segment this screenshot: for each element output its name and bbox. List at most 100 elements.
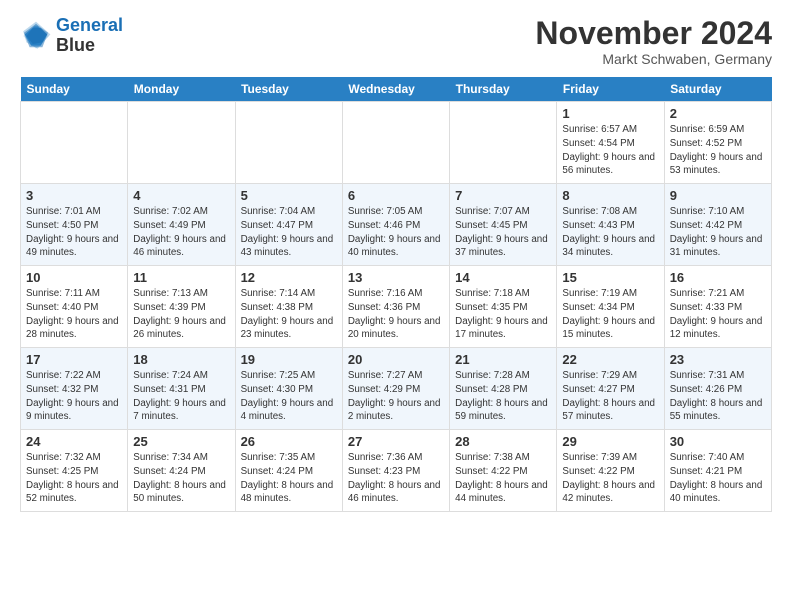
day-number: 17 <box>26 352 122 367</box>
day-number: 24 <box>26 434 122 449</box>
day-cell: 17 Sunrise: 7:22 AM Sunset: 4:32 PM Dayli… <box>21 348 128 430</box>
day-info: Sunrise: 7:31 AM Sunset: 4:26 PM Dayligh… <box>670 369 766 424</box>
day-number: 27 <box>348 434 444 449</box>
day-cell: 28 Sunrise: 7:38 AM Sunset: 4:22 PM Dayli… <box>450 430 557 512</box>
day-info: Sunrise: 7:39 AM Sunset: 4:22 PM Dayligh… <box>562 451 658 506</box>
day-cell <box>21 102 128 184</box>
day-cell: 12Sunrise: 7:14 AM Sunset: 4:38 PM Dayli… <box>235 266 342 348</box>
day-cell <box>450 102 557 184</box>
day-cell: 25 Sunrise: 7:34 AM Sunset: 4:24 PM Dayli… <box>128 430 235 512</box>
col-header-thursday: Thursday <box>450 77 557 102</box>
day-info: Sunrise: 7:28 AM Sunset: 4:28 PM Dayligh… <box>455 369 551 424</box>
day-cell: 5 Sunrise: 7:04 AM Sunset: 4:47 PM Daylig… <box>235 184 342 266</box>
day-cell: 8Sunrise: 7:08 AM Sunset: 4:43 PM Daylig… <box>557 184 664 266</box>
day-number: 5 <box>241 188 337 203</box>
col-header-friday: Friday <box>557 77 664 102</box>
day-info: Sunrise: 7:27 AM Sunset: 4:29 PM Dayligh… <box>348 369 444 424</box>
day-info: Sunrise: 7:11 AM Sunset: 4:40 PM Dayligh… <box>26 287 122 342</box>
day-info: Sunrise: 7:34 AM Sunset: 4:24 PM Dayligh… <box>133 451 229 506</box>
day-info: Sunrise: 7:24 AM Sunset: 4:31 PM Dayligh… <box>133 369 229 424</box>
day-cell: 20 Sunrise: 7:27 AM Sunset: 4:29 PM Dayli… <box>342 348 449 430</box>
week-row-1: 1 Sunrise: 6:57 AM Sunset: 4:54 PM Daylig… <box>21 102 772 184</box>
day-cell <box>128 102 235 184</box>
day-cell: 10 Sunrise: 7:11 AM Sunset: 4:40 PM Dayli… <box>21 266 128 348</box>
day-number: 11 <box>133 270 229 285</box>
day-number: 15 <box>562 270 658 285</box>
day-cell: 24 Sunrise: 7:32 AM Sunset: 4:25 PM Dayli… <box>21 430 128 512</box>
day-number: 20 <box>348 352 444 367</box>
day-info: Sunrise: 7:05 AM Sunset: 4:46 PM Dayligh… <box>348 205 444 260</box>
day-cell: 30 Sunrise: 7:40 AM Sunset: 4:21 PM Dayli… <box>664 430 771 512</box>
day-cell: 21Sunrise: 7:28 AM Sunset: 4:28 PM Dayli… <box>450 348 557 430</box>
day-cell: 6 Sunrise: 7:05 AM Sunset: 4:46 PM Daylig… <box>342 184 449 266</box>
day-info: Sunrise: 7:16 AM Sunset: 4:36 PM Dayligh… <box>348 287 444 342</box>
day-cell: 27 Sunrise: 7:36 AM Sunset: 4:23 PM Dayli… <box>342 430 449 512</box>
title-block: November 2024 Markt Schwaben, Germany <box>535 16 772 67</box>
day-info: Sunrise: 7:10 AM Sunset: 4:42 PM Dayligh… <box>670 205 766 260</box>
day-number: 9 <box>670 188 766 203</box>
header: General Blue November 2024 Markt Schwabe… <box>20 16 772 67</box>
day-number: 18 <box>133 352 229 367</box>
day-cell <box>342 102 449 184</box>
day-number: 26 <box>241 434 337 449</box>
day-cell: 15 Sunrise: 7:19 AM Sunset: 4:34 PM Dayli… <box>557 266 664 348</box>
col-header-monday: Monday <box>128 77 235 102</box>
day-cell: 9 Sunrise: 7:10 AM Sunset: 4:42 PM Daylig… <box>664 184 771 266</box>
day-number: 28 <box>455 434 551 449</box>
day-number: 1 <box>562 106 658 121</box>
day-info: Sunrise: 7:04 AM Sunset: 4:47 PM Dayligh… <box>241 205 337 260</box>
day-number: 8 <box>562 188 658 203</box>
day-info: Sunrise: 7:36 AM Sunset: 4:23 PM Dayligh… <box>348 451 444 506</box>
day-number: 14 <box>455 270 551 285</box>
location: Markt Schwaben, Germany <box>535 51 772 67</box>
header-row: SundayMondayTuesdayWednesdayThursdayFrid… <box>21 77 772 102</box>
day-info: Sunrise: 7:22 AM Sunset: 4:32 PM Dayligh… <box>26 369 122 424</box>
day-cell: 1 Sunrise: 6:57 AM Sunset: 4:54 PM Daylig… <box>557 102 664 184</box>
day-cell: 16Sunrise: 7:21 AM Sunset: 4:33 PM Dayli… <box>664 266 771 348</box>
day-info: Sunrise: 7:32 AM Sunset: 4:25 PM Dayligh… <box>26 451 122 506</box>
day-cell: 14 Sunrise: 7:18 AM Sunset: 4:35 PM Dayli… <box>450 266 557 348</box>
day-info: Sunrise: 7:18 AM Sunset: 4:35 PM Dayligh… <box>455 287 551 342</box>
month-title: November 2024 <box>535 16 772 51</box>
day-number: 6 <box>348 188 444 203</box>
day-cell: 19 Sunrise: 7:25 AM Sunset: 4:30 PM Dayli… <box>235 348 342 430</box>
day-number: 30 <box>670 434 766 449</box>
week-row-5: 24 Sunrise: 7:32 AM Sunset: 4:25 PM Dayli… <box>21 430 772 512</box>
day-info: Sunrise: 7:35 AM Sunset: 4:24 PM Dayligh… <box>241 451 337 506</box>
day-info: Sunrise: 7:38 AM Sunset: 4:22 PM Dayligh… <box>455 451 551 506</box>
day-number: 4 <box>133 188 229 203</box>
week-row-3: 10 Sunrise: 7:11 AM Sunset: 4:40 PM Dayli… <box>21 266 772 348</box>
day-cell: 22Sunrise: 7:29 AM Sunset: 4:27 PM Dayli… <box>557 348 664 430</box>
day-number: 23 <box>670 352 766 367</box>
day-number: 10 <box>26 270 122 285</box>
calendar-table: SundayMondayTuesdayWednesdayThursdayFrid… <box>20 77 772 512</box>
day-number: 3 <box>26 188 122 203</box>
logo-line2: Blue <box>56 36 123 56</box>
day-info: Sunrise: 7:21 AM Sunset: 4:33 PM Dayligh… <box>670 287 766 342</box>
day-info: Sunrise: 7:25 AM Sunset: 4:30 PM Dayligh… <box>241 369 337 424</box>
day-number: 19 <box>241 352 337 367</box>
day-number: 13 <box>348 270 444 285</box>
logo: General Blue <box>20 16 123 56</box>
day-info: Sunrise: 7:29 AM Sunset: 4:27 PM Dayligh… <box>562 369 658 424</box>
day-info: Sunrise: 7:40 AM Sunset: 4:21 PM Dayligh… <box>670 451 766 506</box>
day-number: 2 <box>670 106 766 121</box>
week-row-4: 17 Sunrise: 7:22 AM Sunset: 4:32 PM Dayli… <box>21 348 772 430</box>
day-cell: 29Sunrise: 7:39 AM Sunset: 4:22 PM Dayli… <box>557 430 664 512</box>
col-header-sunday: Sunday <box>21 77 128 102</box>
logo-line1: General <box>56 15 123 35</box>
day-number: 25 <box>133 434 229 449</box>
day-info: Sunrise: 6:57 AM Sunset: 4:54 PM Dayligh… <box>562 123 658 178</box>
day-number: 12 <box>241 270 337 285</box>
day-info: Sunrise: 7:19 AM Sunset: 4:34 PM Dayligh… <box>562 287 658 342</box>
day-cell: 11 Sunrise: 7:13 AM Sunset: 4:39 PM Dayli… <box>128 266 235 348</box>
day-info: Sunrise: 7:07 AM Sunset: 4:45 PM Dayligh… <box>455 205 551 260</box>
day-cell: 23 Sunrise: 7:31 AM Sunset: 4:26 PM Dayli… <box>664 348 771 430</box>
day-cell: 18 Sunrise: 7:24 AM Sunset: 4:31 PM Dayli… <box>128 348 235 430</box>
day-cell: 26 Sunrise: 7:35 AM Sunset: 4:24 PM Dayli… <box>235 430 342 512</box>
day-cell: 3 Sunrise: 7:01 AM Sunset: 4:50 PM Daylig… <box>21 184 128 266</box>
day-number: 7 <box>455 188 551 203</box>
day-cell: 2Sunrise: 6:59 AM Sunset: 4:52 PM Daylig… <box>664 102 771 184</box>
day-info: Sunrise: 7:01 AM Sunset: 4:50 PM Dayligh… <box>26 205 122 260</box>
day-info: Sunrise: 7:13 AM Sunset: 4:39 PM Dayligh… <box>133 287 229 342</box>
